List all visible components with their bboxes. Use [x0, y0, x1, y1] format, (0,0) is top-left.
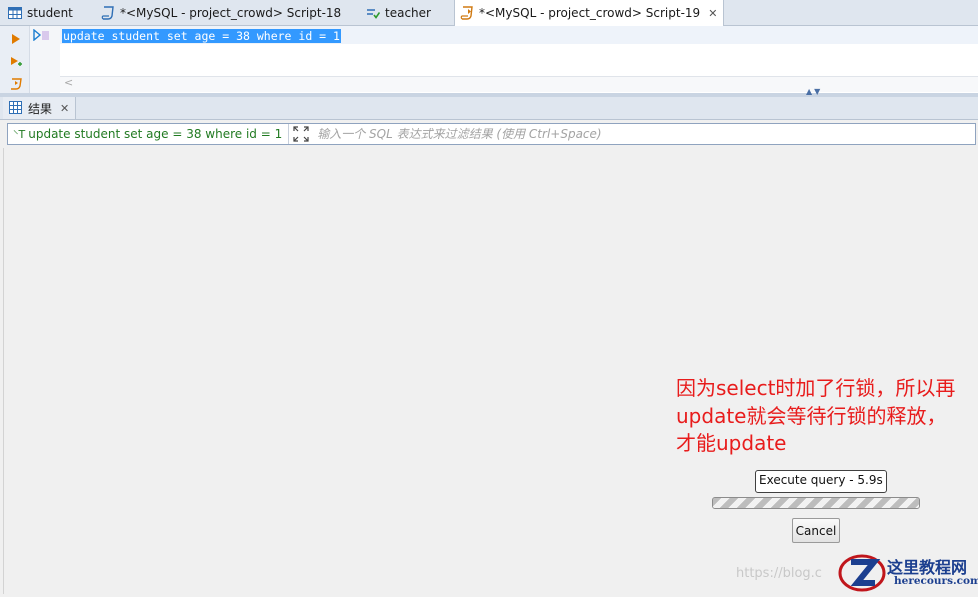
editor-ruler [30, 26, 60, 93]
watermark: https://blog.c [736, 566, 822, 581]
execute-query-status: Execute query - 5.9s [755, 470, 887, 493]
tab-label: *<MySQL - project_crowd> Script-19 [479, 6, 701, 20]
results-tab-label: 结果 [28, 101, 53, 116]
active-query-text: update student set age = 38 where id = 1 [28, 127, 283, 141]
editor-tab-bar: student *<MySQL - project_crowd> Script-… [0, 0, 978, 26]
close-icon[interactable]: ✕ [60, 102, 69, 115]
scroll-left-icon[interactable]: < [64, 76, 73, 89]
z-logo-icon [838, 552, 886, 597]
active-query-label: ⸌T update student set age = 38 where id … [8, 124, 290, 144]
tab-label: *<MySQL - project_crowd> Script-18 [120, 5, 342, 20]
execute-statement-icon[interactable] [10, 33, 22, 45]
view-icon [366, 6, 381, 20]
progress-fill [713, 498, 919, 508]
tab-label: teacher [385, 5, 431, 20]
sql-editor[interactable]: update student set age = 38 where id = 1… [0, 26, 978, 93]
query-icon: ⸌T [13, 127, 26, 141]
site-logo: 这里教程网 herecours.com [838, 552, 978, 594]
tab-results[interactable]: 结果 ✕ [3, 97, 77, 119]
tab-label: student [27, 5, 73, 20]
execute-script-icon[interactable] [10, 78, 22, 90]
sql-statement-line[interactable]: update student set age = 38 where id = 1 [62, 29, 341, 43]
editor-toolbar [0, 26, 30, 93]
execute-in-new-tab-icon[interactable] [10, 56, 22, 68]
close-icon[interactable]: ✕ [708, 7, 717, 20]
table-icon [8, 6, 22, 20]
tab-teacher[interactable]: teacher [366, 0, 431, 25]
filter-input[interactable] [315, 127, 975, 141]
sql-script-icon [460, 6, 474, 20]
tab-script-19[interactable]: *<MySQL - project_crowd> Script-19 ✕ [454, 0, 725, 26]
splitter-toggle-icon[interactable]: ▲▼ [806, 87, 822, 96]
editor-horizontal-scrollbar[interactable]: < [60, 76, 978, 92]
query-progress-bar [712, 497, 920, 509]
logo-url: herecours.com [894, 575, 978, 587]
tab-student[interactable]: student [8, 0, 73, 25]
tab-script-18[interactable]: *<MySQL - project_crowd> Script-18 [101, 0, 341, 25]
results-tab-bar: 结果 ✕ [0, 97, 978, 120]
expand-filter-icon[interactable] [293, 126, 311, 142]
annotation-note: 因为select时加了行锁，所以再update就会等待行锁的释放，才能updat… [676, 376, 956, 455]
grid-icon [9, 101, 23, 115]
cancel-button[interactable]: Cancel [792, 518, 840, 543]
sql-script-icon [101, 5, 115, 20]
results-filter-bar: ⸌T update student set age = 38 where id … [7, 123, 976, 145]
current-statement-marker-icon [33, 28, 51, 44]
